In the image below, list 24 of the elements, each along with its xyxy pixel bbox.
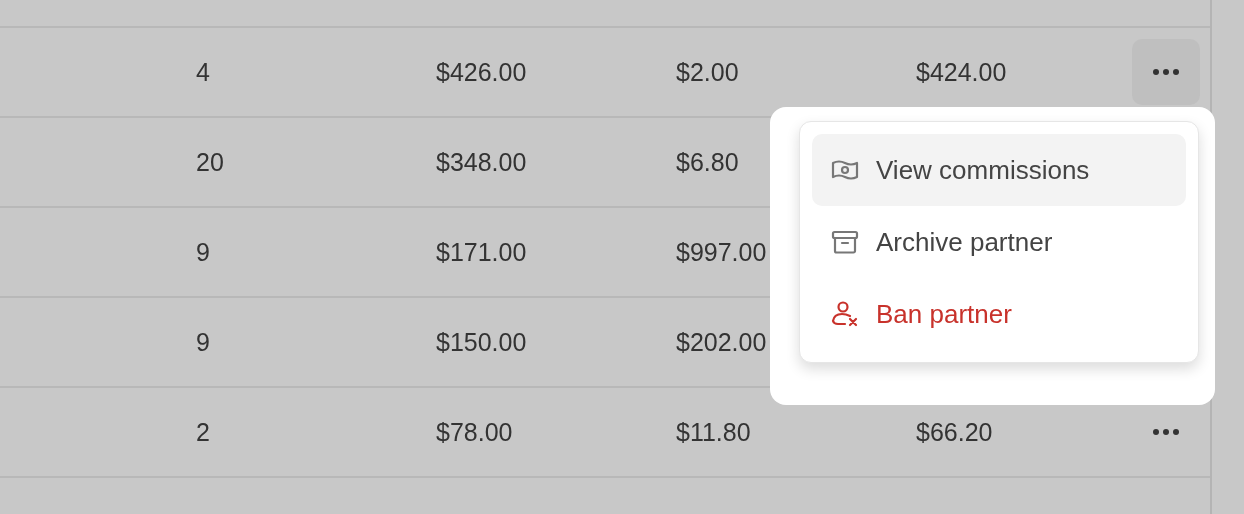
table-cell: $202.00 [676,327,767,357]
more-icon [1152,68,1180,76]
menu-item[interactable]: Ban partner [812,278,1186,350]
table-cell: 4 [196,57,210,87]
menu-item[interactable]: View commissions [812,134,1186,206]
user-remove-icon [830,299,860,329]
table-cell: $2.00 [676,57,739,87]
table-cell: $150.00 [436,327,527,357]
table-cell: 9 [196,327,210,357]
more-button[interactable] [1132,39,1200,105]
table-cell: $66.20 [916,417,993,447]
menu-item[interactable]: Archive partner [812,206,1186,278]
table-cell: 9 [196,237,210,267]
table-cell: $426.00 [436,57,527,87]
table-cell: 20 [196,147,224,177]
table-cell: $424.00 [916,57,1007,87]
table-cell: $11.80 [676,417,751,447]
table-cell: $78.00 [436,417,513,447]
table-cell: $997.00 [676,237,767,267]
more-icon [1152,428,1180,436]
table-cell: 2 [196,417,210,447]
table-cell: $348.00 [436,147,527,177]
table-cell: $6.80 [676,147,739,177]
table-cell: $171.00 [436,237,527,267]
